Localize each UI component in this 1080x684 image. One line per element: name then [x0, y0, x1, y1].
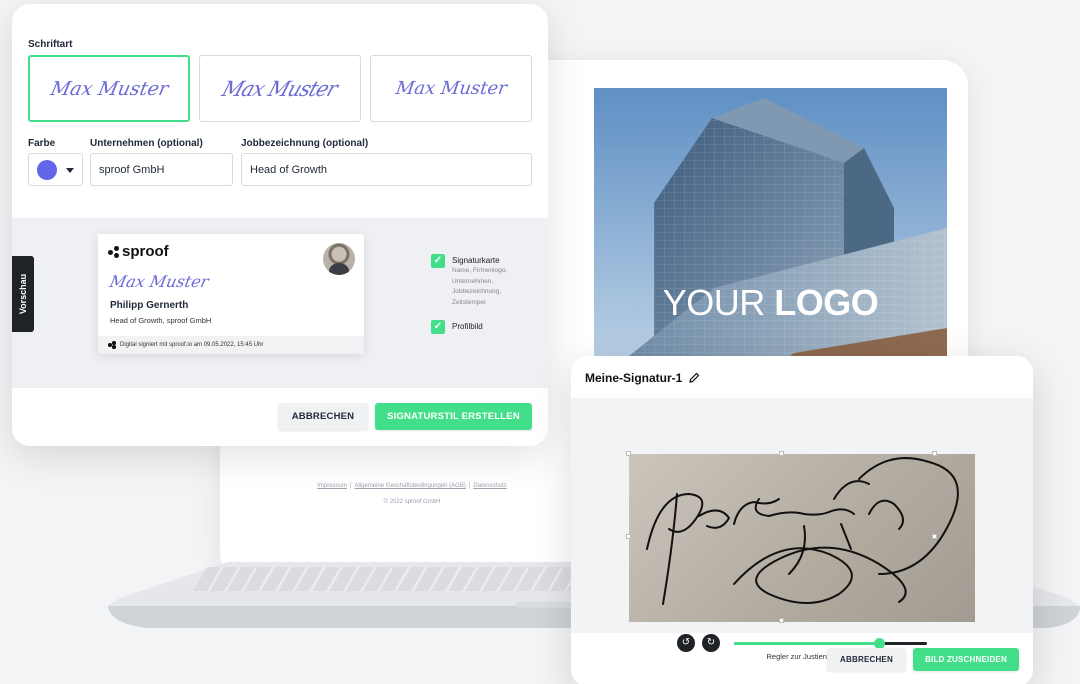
company-input[interactable]: sproof GmbH — [90, 153, 233, 186]
avatar — [323, 243, 355, 275]
card-name: Philipp Gernerth — [110, 300, 189, 311]
color-label: Farbe — [28, 138, 56, 149]
font-option-1[interactable]: Max Muster — [28, 55, 190, 122]
company-label: Unternehmen (optional) — [90, 138, 203, 149]
job-title-input[interactable]: Head of Growth — [241, 153, 532, 186]
create-signature-style-button[interactable]: SIGNATURSTIL ERSTELLEN — [375, 403, 532, 430]
card-job-title: Head of Growth, sproof GmbH — [110, 316, 212, 325]
sproof-logo-icon — [108, 245, 120, 258]
font-label: Schriftart — [28, 39, 73, 50]
sproof-logo-icon — [108, 341, 116, 349]
brand-logo: sproof — [108, 243, 169, 260]
card-signature: Max Muster — [107, 272, 211, 291]
footer-copyright: © 2022 sproof GmbH — [383, 499, 441, 505]
pencil-icon[interactable] — [688, 372, 700, 384]
cancel-button[interactable]: ABBRECHEN — [827, 648, 906, 671]
crop-handle[interactable] — [626, 534, 631, 539]
font-sample: Max Muster — [48, 77, 170, 100]
crop-signature-panel: Meine-Signatur-1 ↺ ↻ Regler zur Justieru… — [571, 356, 1033, 684]
crop-handle[interactable] — [779, 618, 784, 623]
signature-photo[interactable] — [629, 454, 975, 622]
slider-fill — [734, 642, 879, 645]
logo-placeholder-text: YOUR LOGO — [662, 282, 879, 323]
signature-name: Meine-Signatur-1 — [585, 371, 683, 385]
option-title: Signaturkarte — [452, 256, 500, 265]
option-title: Profilbild — [452, 322, 483, 331]
footer-links: Impressum | Allgemeine Geschäftsbedingunge… — [317, 483, 507, 489]
font-sample: Max Muster — [394, 78, 508, 99]
color-picker[interactable] — [28, 153, 83, 186]
building-logo-image: YOUR LOGO — [594, 88, 947, 368]
transparency-slider[interactable] — [734, 638, 927, 649]
option-description: Name, Firmenlogo, Unternehmen, Jobbezeic… — [452, 267, 508, 306]
footer-link-impressum[interactable]: Impressum — [317, 483, 347, 489]
crop-handle[interactable] — [932, 451, 937, 456]
card-footer: Digital signiert mit sproof.io am 09.05.… — [98, 336, 364, 354]
chevron-down-icon — [66, 168, 74, 173]
crop-handle[interactable] — [779, 451, 784, 456]
signature-card-checkbox[interactable]: ✓ — [431, 254, 445, 268]
preview-tab[interactable]: Vorschau — [12, 256, 34, 332]
signature-card-preview: sproof Max Muster Philipp Gernerth Head … — [98, 234, 364, 354]
footer-link-agb[interactable]: Allgemeine Geschäftsbedingungen (AGB) — [354, 483, 465, 489]
crop-image-button[interactable]: BILD ZUSCHNEIDEN — [913, 648, 1019, 671]
rotate-left-icon[interactable]: ↺ — [677, 634, 695, 652]
color-swatch — [37, 160, 57, 180]
footer-link-datenschutz[interactable]: Datenschutz — [473, 483, 506, 489]
job-label: Jobbezeichnung (optional) — [241, 138, 369, 149]
signature-style-panel: Schriftart Max Muster Max Muster Max Mus… — [12, 4, 548, 446]
keyboard-keys — [193, 567, 587, 591]
rotate-right-icon[interactable]: ↻ — [702, 634, 720, 652]
crop-handle[interactable] — [626, 451, 631, 456]
crop-panel-title: Meine-Signatur-1 — [585, 371, 700, 385]
font-option-2[interactable]: Max Muster — [199, 55, 361, 122]
font-option-3[interactable]: Max Muster — [370, 55, 532, 122]
crop-area: ↺ ↻ Regler zur Justierung der Transparen… — [571, 398, 1033, 661]
profile-picture-checkbox[interactable]: ✓ — [431, 320, 445, 334]
crop-handle[interactable] — [932, 534, 937, 539]
font-sample: Max Muster — [219, 76, 341, 101]
cancel-button[interactable]: ABBRECHEN — [278, 403, 368, 430]
